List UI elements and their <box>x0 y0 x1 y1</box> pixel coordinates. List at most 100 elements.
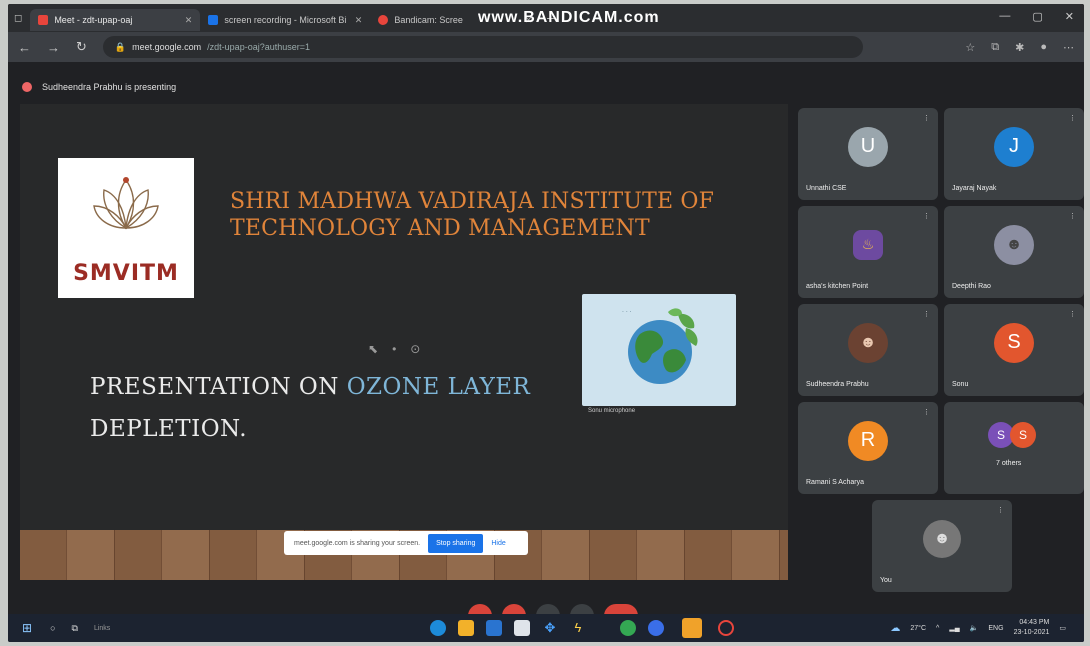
bing-favicon-icon <box>208 15 219 25</box>
favorite-star-icon[interactable]: ☆ <box>965 41 975 54</box>
dropbox-app-icon[interactable]: ✥ <box>542 620 558 636</box>
shield-app-icon[interactable] <box>682 618 702 638</box>
store-app-icon[interactable] <box>514 620 530 636</box>
weather-temp[interactable]: 27°C <box>910 625 926 632</box>
power-app-icon[interactable]: ϟ <box>570 620 586 636</box>
participant-tile-deepthi[interactable]: ☻ ⋮ Deepthi Rao <box>944 206 1084 298</box>
title-line-2: DEPLETION. <box>90 416 248 442</box>
back-icon[interactable]: ← <box>18 40 31 55</box>
participant-name: asha's kitchen Point <box>806 283 869 290</box>
system-tray: ☁ 27°C ^ ▂▄ 🔈 ENG 04:43 PM 23-10-2021 ▭ <box>890 618 1066 638</box>
volume-icon[interactable]: 🔈 <box>970 624 979 632</box>
tab-close-icon[interactable]: ✕ <box>355 15 363 26</box>
institute-line-1: SHRI MADHWA VADIRAJA INSTITUTE OF <box>230 189 715 214</box>
participant-tile-sonu[interactable]: S ⋮ Sonu <box>944 304 1084 396</box>
tab-close-icon[interactable]: ✕ <box>185 15 193 26</box>
toolbar-icons: ☆ ⧉ ✱ ● ⋯ <box>965 41 1074 54</box>
options-icon[interactable]: ⊙ <box>410 342 434 356</box>
kitchen-logo-icon: ♨ <box>861 236 875 253</box>
participant-name: Jayaraj Nayak <box>952 185 997 192</box>
task-view-icon[interactable]: ⧉ <box>72 623 78 634</box>
weather-icon[interactable]: ☁ <box>890 623 900 634</box>
user-photo-icon: ☻ <box>933 529 951 547</box>
presentation-title: PRESENTATION ON OZONE LAYER DEPLETION. <box>90 366 530 450</box>
tab-screen-recording[interactable]: screen recording - Microsoft Bi ✕ <box>200 9 370 31</box>
more-options-icon[interactable]: ⋮ <box>923 408 930 416</box>
more-options-icon[interactable]: ⋮ <box>923 114 930 122</box>
avatar: J <box>994 126 1034 167</box>
participant-tile-ramani[interactable]: R ⋮ Ramani S Acharya <box>798 402 938 494</box>
mail-app-icon[interactable] <box>486 620 502 636</box>
participant-name: 7 others <box>996 460 1022 467</box>
avatar: ♨ <box>853 229 883 260</box>
avatar: S <box>1010 422 1036 448</box>
windows-taskbar: ⊞ ○ ⧉ Links ✥ ϟ ☁ 27°C ^ ▂▄ 🔈 ENG 04:43 … <box>8 614 1084 642</box>
clock-date: 23-10-2021 <box>1013 629 1050 636</box>
more-options-icon[interactable]: ⋮ <box>1069 114 1076 122</box>
links-label[interactable]: Links <box>94 625 110 632</box>
participant-tile-asha[interactable]: ♨ ⋮ asha's kitchen Point <box>798 206 938 298</box>
extensions-icon[interactable]: ✱ <box>1015 41 1024 54</box>
more-options-icon[interactable]: ⋮ <box>923 212 930 220</box>
avatar: R <box>848 420 888 461</box>
tray-expand-icon[interactable]: ^ <box>936 625 939 632</box>
tab-label: screen recording - Microsoft Bi <box>224 15 347 25</box>
institute-name: SHRI MADHWA VADIRAJA INSTITUTE OF TECHNO… <box>230 188 714 242</box>
hide-button[interactable]: Hide <box>491 540 505 547</box>
share-text: meet.google.com is sharing your screen. <box>294 539 421 547</box>
profile-icon[interactable]: ● <box>1040 41 1047 54</box>
slide-controls: ⬉•⊙ <box>368 342 434 356</box>
bandicam-watermark: www.BANDICAM.com <box>478 9 660 26</box>
tab-actions-icon[interactable]: ◻ <box>14 13 22 24</box>
explorer-app-icon[interactable] <box>458 620 474 636</box>
notification-icon[interactable]: ▭ <box>1059 624 1066 632</box>
smvitm-logo: SMVITM <box>58 158 194 298</box>
reload-icon[interactable]: ↻ <box>76 39 87 55</box>
chrome-app-icon[interactable] <box>620 620 636 636</box>
edge-app-icon[interactable] <box>430 620 446 636</box>
more-options-icon[interactable]: ⋮ <box>1069 212 1076 220</box>
institute-line-2: TECHNOLOGY AND MANAGEMENT <box>230 216 650 241</box>
network-icon[interactable]: ▂▄ <box>949 624 959 632</box>
maximize-icon[interactable]: ▢ <box>1032 10 1042 23</box>
more-options-icon[interactable]: ⋮ <box>923 310 930 318</box>
presenting-text: Sudheendra Prabhu is presenting <box>42 82 177 92</box>
pointer-icon[interactable]: ⬉ <box>368 342 392 356</box>
dot-icon[interactable]: • <box>392 342 410 356</box>
presenting-bar: Sudheendra Prabhu is presenting <box>8 74 1084 100</box>
forward-icon[interactable]: → <box>47 40 60 55</box>
title-highlight: OZONE LAYER <box>346 374 531 400</box>
collections-icon[interactable]: ⧉ <box>991 41 999 54</box>
bandicam-app-icon[interactable] <box>718 620 734 636</box>
tab-meet[interactable]: Meet - zdt-upap-oaj ✕ <box>30 9 201 31</box>
more-options-icon[interactable]: ⋮ <box>1069 310 1076 318</box>
participant-tile-sudheendra[interactable]: ☻ ⋮ Sudheendra Prabhu <box>798 304 938 396</box>
search-icon[interactable]: ○ <box>50 623 55 633</box>
avatar: U <box>848 126 888 167</box>
language-indicator[interactable]: ENG <box>988 625 1003 632</box>
more-options-icon[interactable]: ⋮ <box>997 506 1004 514</box>
window-controls: — ▢ ✕ <box>999 10 1074 23</box>
tab-label: Bandicam: Scree <box>394 15 463 25</box>
tab-label: Meet - zdt-upap-oaj <box>54 15 133 25</box>
clock[interactable]: 04:43 PM 23-10-2021 <box>1014 618 1050 638</box>
avatar: ☻ <box>994 224 1034 265</box>
url-path: /zdt-upap-oaj?authuser=1 <box>207 42 310 52</box>
windows-start-icon[interactable]: ⊞ <box>22 621 32 635</box>
stop-sharing-button[interactable]: Stop sharing <box>428 533 484 553</box>
participant-name: Ramani S Acharya <box>806 479 864 486</box>
screen: ◻ Meet - zdt-upap-oaj ✕ screen recording… <box>8 4 1084 642</box>
minimize-icon[interactable]: — <box>999 10 1010 23</box>
url-domain: meet.google.com <box>132 42 202 52</box>
close-window-icon[interactable]: ✕ <box>1065 10 1074 23</box>
camera-label: Sonu microphone <box>588 408 636 414</box>
participant-tile-jayaraj[interactable]: J ⋮ Jayaraj Nayak <box>944 108 1084 200</box>
address-bar[interactable]: 🔒 meet.google.com /zdt-upap-oaj?authuser… <box>102 36 863 58</box>
more-menu-icon[interactable]: ⋯ <box>1063 41 1074 54</box>
browser-app-icon[interactable] <box>648 620 664 636</box>
participant-name: You <box>880 577 892 584</box>
participant-tile-you[interactable]: ☻ ⋮ You <box>872 500 1012 592</box>
participant-tile-others[interactable]: S S 7 others <box>944 402 1084 494</box>
title-part-1: PRESENTATION ON <box>90 374 347 400</box>
participant-tile-unnathi[interactable]: U ⋮ Unnathi CSE <box>798 108 938 200</box>
